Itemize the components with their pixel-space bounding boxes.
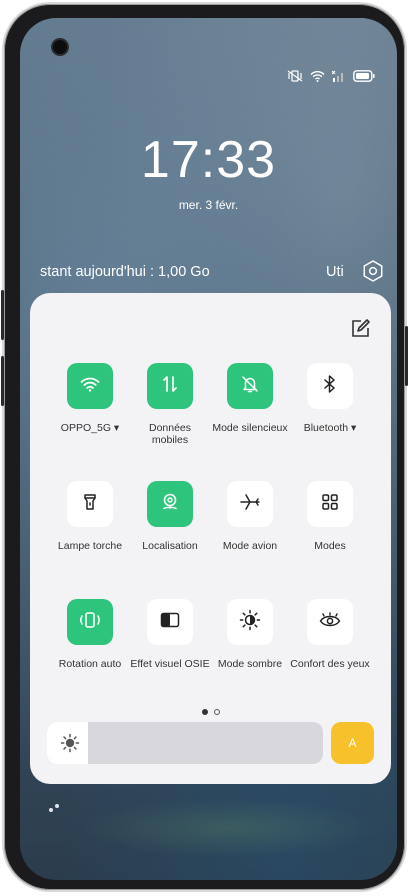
settings-icon[interactable] [360, 258, 386, 284]
volume-down-button [1, 356, 4, 406]
grid-icon [321, 493, 339, 516]
tile-location[interactable]: Localisation [130, 481, 210, 552]
front-camera [53, 40, 67, 54]
tile-dark-mode[interactable]: Mode sombre [210, 599, 290, 670]
rotate-icon [79, 610, 101, 635]
location-icon [160, 492, 180, 517]
lock-clock: 17:33 [140, 131, 277, 189]
tile-silent-label: Mode silencieux [212, 422, 288, 434]
tile-eye-comfort-button[interactable] [307, 599, 353, 645]
tile-airplane-label: Mode avion [222, 540, 278, 552]
tile-mobile-data[interactable]: Données mobiles [130, 363, 210, 446]
page-dot [214, 709, 220, 715]
volume-up-button [1, 290, 4, 340]
mobile-data-icon [161, 375, 179, 398]
tile-bluetooth[interactable]: Bluetooth ▾ [290, 363, 370, 434]
sun-icon [60, 733, 80, 758]
tile-mobile-data-button[interactable] [147, 363, 193, 409]
tile-rotation-label: Rotation auto [58, 658, 122, 670]
lock-date: mer. 3 févr. [178, 198, 239, 212]
tile-silent-button[interactable] [227, 363, 273, 409]
tile-airplane-button[interactable] [227, 481, 273, 527]
eye-icon [319, 611, 341, 633]
tile-flashlight-button[interactable] [67, 481, 113, 527]
battery-icon [353, 70, 375, 82]
launcher-shortcut-icon[interactable] [48, 800, 60, 818]
brightness-half-icon [239, 609, 261, 636]
vibrate-icon [287, 70, 303, 82]
edit-icon[interactable] [349, 318, 371, 340]
data-usage-right-text: Uti [326, 264, 344, 280]
tile-osie-label: Effet visuel OSIE [130, 658, 210, 670]
signal-icon [332, 70, 346, 82]
tile-rotation-button[interactable] [67, 599, 113, 645]
tile-location-label: Localisation [142, 540, 198, 552]
wifi-icon [310, 70, 325, 82]
tile-location-button[interactable] [147, 481, 193, 527]
wifi-icon [80, 376, 100, 397]
flashlight-icon [83, 493, 97, 516]
page-dot-active [202, 709, 208, 715]
tile-rotation[interactable]: Rotation auto [50, 599, 130, 670]
tile-osie[interactable]: Effet visuel OSIE [130, 599, 210, 670]
tile-bluetooth-button[interactable] [307, 363, 353, 409]
tile-wifi-label: OPPO_5G ▾ [60, 422, 120, 434]
lock-screen: 17:33 mer. 3 févr. stant aujourd'hui : 1… [20, 18, 397, 880]
tile-flashlight-label: Lampe torche [57, 540, 123, 552]
power-button [405, 326, 408, 386]
tile-modes[interactable]: Modes [290, 481, 370, 552]
contrast-icon [160, 612, 180, 633]
tile-dark-mode-label: Mode sombre [217, 658, 283, 670]
tile-wifi-button[interactable] [67, 363, 113, 409]
phone-frame: 17:33 mer. 3 févr. stant aujourd'hui : 1… [1, 4, 408, 890]
page-indicator [202, 709, 220, 715]
tile-mobile-data-label: Données mobiles [148, 422, 192, 446]
home-background-blur [80, 798, 380, 858]
tile-flashlight[interactable]: Lampe torche [50, 481, 130, 552]
tile-bluetooth-label: Bluetooth ▾ [303, 422, 357, 434]
tile-silent[interactable]: Mode silencieux [210, 363, 290, 434]
data-usage-text: stant aujourd'hui : 1,00 Go [40, 264, 210, 280]
tile-osie-button[interactable] [147, 599, 193, 645]
auto-brightness-button[interactable]: A [331, 722, 374, 764]
tile-modes-label: Modes [314, 540, 346, 552]
bell-off-icon [241, 375, 259, 398]
tile-airplane[interactable]: Mode avion [210, 481, 290, 552]
brightness-slider[interactable] [47, 722, 323, 764]
quick-settings-panel: OPPO_5G ▾ Données mobiles Mode silencieu… [30, 293, 391, 784]
airplane-icon [240, 493, 260, 516]
tile-eye-comfort-label: Confort des yeux [290, 658, 370, 670]
bluetooth-icon [323, 374, 337, 398]
tile-wifi[interactable]: OPPO_5G ▾ [50, 363, 130, 434]
status-bar [287, 70, 375, 82]
tile-dark-mode-button[interactable] [227, 599, 273, 645]
tile-modes-button[interactable] [307, 481, 353, 527]
tile-eye-comfort[interactable]: Confort des yeux [290, 599, 370, 670]
